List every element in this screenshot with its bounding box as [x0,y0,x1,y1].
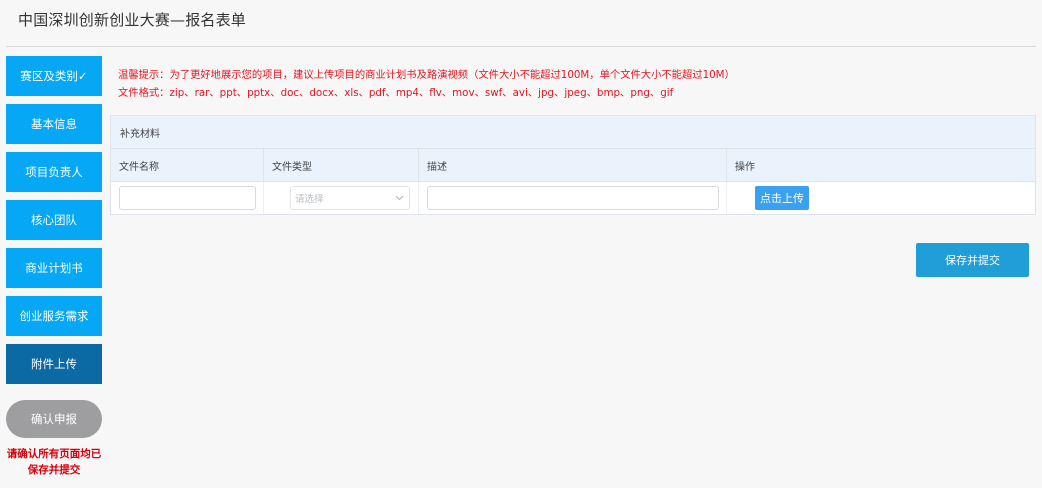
sidebar-item-business-plan[interactable]: 商业计划书 [6,248,102,288]
column-description: 描述 [419,149,727,181]
sidebar-item-core-team[interactable]: 核心团队 [6,200,102,240]
sidebar-item-project-leader[interactable]: 项目负责人 [6,152,102,192]
notice: 温馨提示：为了更好地展示您的项目，建议上传项目的商业计划书及路演视频（文件大小不… [118,66,735,102]
sidebar-item-region-category[interactable]: 赛区及类别✓ [6,56,102,96]
upload-button[interactable]: 点击上传 [755,186,809,210]
column-file-type: 文件类型 [264,149,419,181]
table-header: 文件名称 文件类型 描述 操作 [111,149,1035,182]
notice-formats: 文件格式：zip、rar、ppt、pptx、doc、docx、xls、pdf、m… [118,87,674,99]
title-divider [6,46,1036,47]
sidebar-item-service-needs[interactable]: 创业服务需求 [6,296,102,336]
confirm-submit-button[interactable]: 确认申报 [6,400,102,438]
sidebar-item-attachment-upload[interactable]: 附件上传 [6,344,102,384]
column-action: 操作 [735,161,755,173]
description-input[interactable] [427,186,719,210]
table-row: 请选择 点击上传 [111,182,1035,214]
save-submit-button[interactable]: 保存并提交 [916,243,1029,277]
column-file-name: 文件名称 [111,149,264,181]
notice-tip: 温馨提示：为了更好地展示您的项目，建议上传项目的商业计划书及路演视频（文件大小不… [118,69,735,81]
file-name-input[interactable] [119,186,256,210]
sidebar-item-basic-info[interactable]: 基本信息 [6,104,102,144]
chevron-down-icon [395,195,404,201]
panel-title: 补充材料 [111,116,1035,149]
file-type-placeholder: 请选择 [295,194,324,205]
page-title: 中国深圳创新创业大赛—报名表单 [18,11,247,29]
confirm-note: 请确认所有页面均已保存并提交 [6,448,102,476]
file-type-select[interactable]: 请选择 [290,186,410,210]
supplementary-materials-panel: 补充材料 文件名称 文件类型 描述 操作 请选择 点击上传 [110,115,1036,215]
